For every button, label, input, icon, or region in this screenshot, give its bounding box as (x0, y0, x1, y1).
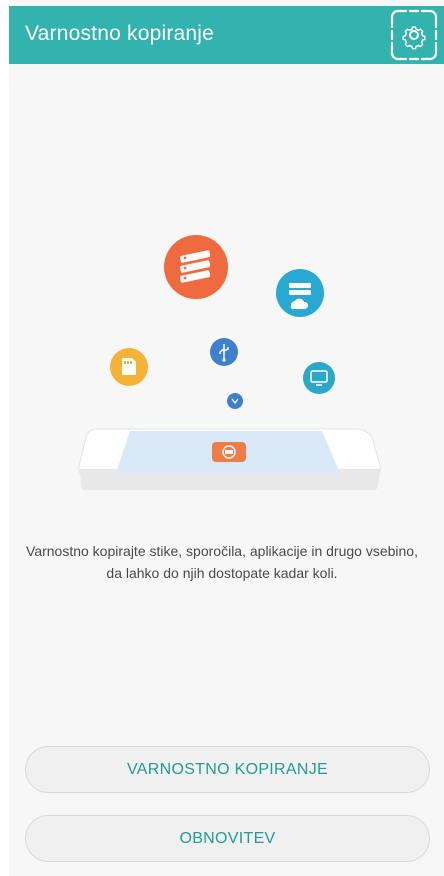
cloud-server-icon (276, 269, 324, 317)
backup-illustration (60, 225, 400, 500)
monitor-icon (303, 362, 335, 394)
database-icon (164, 235, 228, 299)
sd-card-icon (110, 348, 148, 386)
description-text: Varnostno kopirajte stike, sporočila, ap… (26, 543, 418, 581)
restore-button[interactable]: OBNOVITEV (25, 815, 430, 862)
settings-button[interactable] (384, 6, 444, 64)
app-bar: Varnostno kopiranje (9, 6, 444, 64)
left-edge (0, 0, 9, 876)
backup-button[interactable]: VARNOSTNO KOPIRANJE (25, 746, 430, 793)
wireless-icon (227, 393, 243, 409)
usb-icon (210, 338, 238, 366)
gear-icon (390, 9, 438, 61)
phone-backup-icon (78, 428, 381, 490)
page-title: Varnostno kopiranje (25, 22, 215, 45)
